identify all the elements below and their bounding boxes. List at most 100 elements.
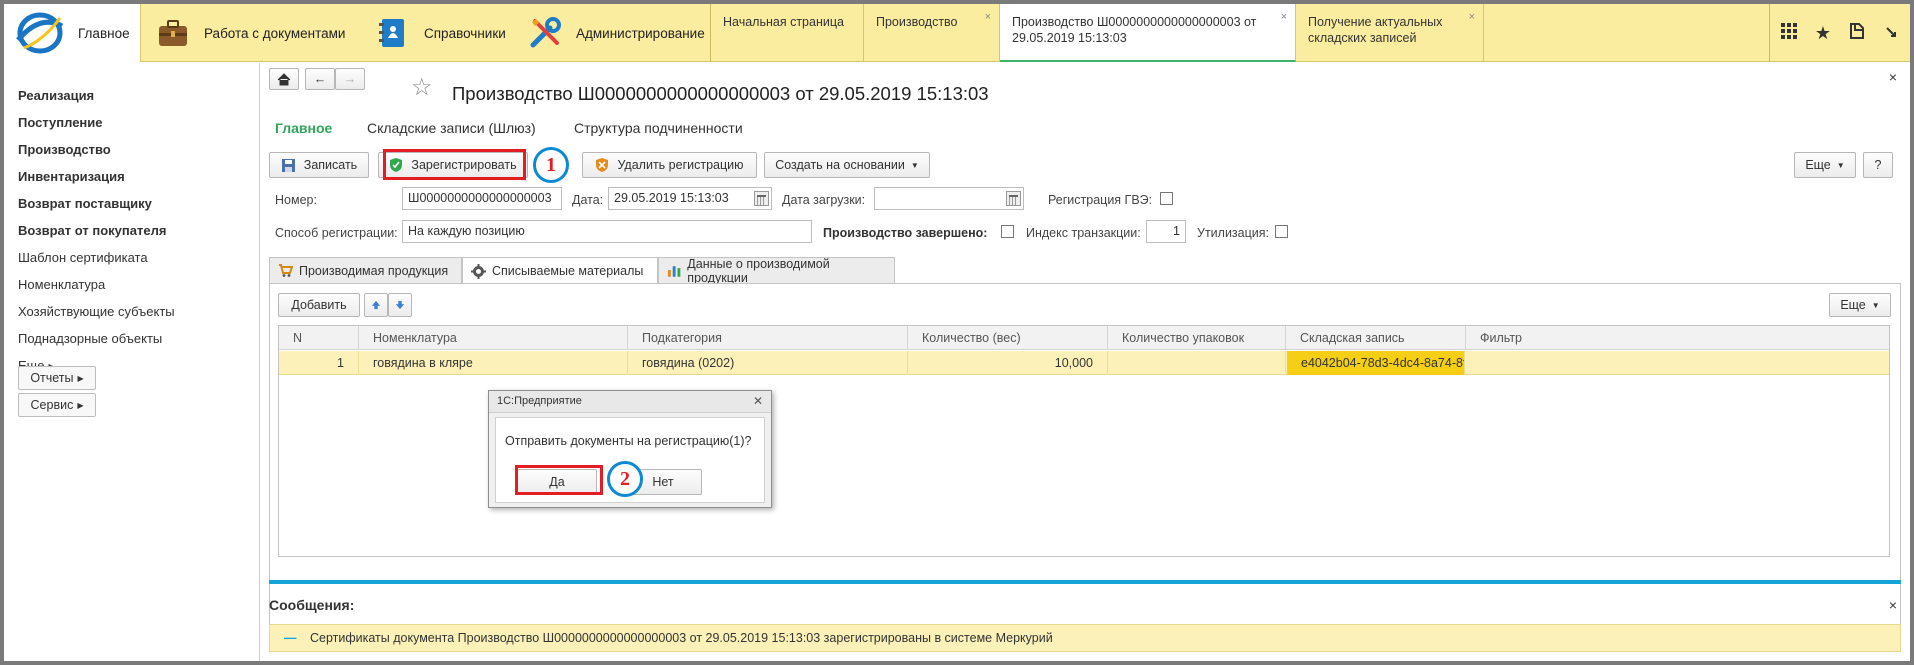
sidebar-item-supervised-objects[interactable]: Поднадзорные объекты xyxy=(18,331,162,346)
create-based-on-button[interactable]: Создать на основании ▼ xyxy=(764,152,930,178)
section-administration[interactable]: Администрирование xyxy=(528,4,705,62)
annotation-highlight-yes xyxy=(515,465,603,495)
section-references[interactable]: Справочники xyxy=(376,4,506,62)
column-header-n[interactable]: N xyxy=(279,326,359,350)
service-button[interactable]: Сервис ▶ xyxy=(18,393,96,417)
nav-stock-records[interactable]: Складские записи (Шлюз) xyxy=(367,120,536,136)
favorite-star-icon[interactable]: ☆ xyxy=(411,76,433,100)
column-header-filter[interactable]: Фильтр xyxy=(1466,326,1889,350)
sidebar-item-inventory[interactable]: Инвентаризация xyxy=(18,169,125,184)
date-field[interactable]: 29.05.2019 15:13:03 xyxy=(608,187,772,210)
transaction-field[interactable]: 1 xyxy=(1146,220,1186,243)
method-field[interactable]: На каждую позицию xyxy=(402,220,812,243)
column-header-qty-weight[interactable]: Количество (вес) xyxy=(908,326,1108,350)
messages-close-icon[interactable]: × xyxy=(1889,597,1897,613)
dialog-close-icon[interactable]: ✕ xyxy=(753,394,763,408)
triangle-right-icon: ▶ xyxy=(77,373,84,383)
save-button[interactable]: Записать xyxy=(269,152,369,178)
history-icon[interactable] xyxy=(1840,22,1874,45)
settings-chevron-icon[interactable] xyxy=(1874,23,1908,44)
cell-qty-weight[interactable]: 10,000 xyxy=(908,351,1108,375)
cell-filter[interactable] xyxy=(1466,351,1889,375)
close-tab-icon[interactable]: × xyxy=(985,9,991,25)
panel-more-button[interactable]: Еще ▼ xyxy=(1829,293,1891,317)
dropdown-arrow-icon: ▼ xyxy=(1871,300,1880,310)
sidebar-item-nomenclature[interactable]: Номенклатура xyxy=(18,277,105,292)
sidebar-item-certificate-template[interactable]: Шаблон сертификата xyxy=(18,250,148,265)
dropdown-arrow-icon: ▼ xyxy=(910,160,919,170)
calendar-icon[interactable] xyxy=(754,191,769,206)
number-label: Номер: xyxy=(275,193,317,207)
date-value: 29.05.2019 15:13:03 xyxy=(614,191,729,205)
load-date-field[interactable]: . . : : xyxy=(874,187,1024,210)
column-header-stock-record[interactable]: Складская запись xyxy=(1286,326,1466,350)
chart-data-icon xyxy=(667,265,681,277)
favorites-star-icon[interactable]: ★ xyxy=(1806,23,1840,44)
arrow-down-icon xyxy=(395,300,405,310)
sidebar-item-receipts[interactable]: Поступление xyxy=(18,115,103,130)
table-row[interactable]: 1 говядина в кляре говядина (0202) 10,00… xyxy=(279,351,1889,375)
message-item[interactable]: — Сертификаты документа Производство Ш00… xyxy=(269,624,1901,652)
1c-logo-icon xyxy=(16,12,64,54)
completed-checkbox[interactable] xyxy=(1001,225,1014,238)
dialog-titlebar: 1С:Предприятие ✕ xyxy=(489,391,771,413)
sidebar-item-return-to-supplier[interactable]: Возврат поставщику xyxy=(18,196,152,211)
page-title: Производство Ш0000000000000000003 от 29.… xyxy=(452,83,989,104)
reports-button[interactable]: Отчеты ▶ xyxy=(18,366,96,390)
forward-button[interactable]: → xyxy=(335,68,365,90)
section-documents-label: Работа с документами xyxy=(204,25,346,41)
move-up-button[interactable] xyxy=(364,293,388,317)
close-tab-icon[interactable]: × xyxy=(1469,9,1475,25)
cell-stock-record[interactable]: e4042b04-78d3-4dc4-8a74-8f7... xyxy=(1287,351,1465,375)
calendar-icon[interactable] xyxy=(1006,191,1021,206)
close-form-icon[interactable]: × xyxy=(1889,69,1897,85)
annotation-step-2: 2 xyxy=(607,461,643,497)
home-button[interactable] xyxy=(269,68,299,90)
move-down-button[interactable] xyxy=(388,293,412,317)
back-button[interactable]: ← xyxy=(305,68,335,90)
grid-menu-icon[interactable] xyxy=(1772,22,1806,44)
unregister-button[interactable]: Удалить регистрацию xyxy=(582,152,757,178)
gvz-checkbox[interactable] xyxy=(1160,192,1173,205)
column-header-qty-packages[interactable]: Количество упаковок xyxy=(1108,326,1286,350)
utilization-label: Утилизация: xyxy=(1197,226,1269,240)
add-button[interactable]: Добавить xyxy=(278,293,360,317)
annotation-step-1: 1 xyxy=(533,147,569,183)
cell-subcategory[interactable]: говядина (0202) xyxy=(628,351,908,375)
column-header-subcategory[interactable]: Подкатегория xyxy=(628,326,908,350)
tab-production-document[interactable]: Производство Ш0000000000000000003 от 29.… xyxy=(1000,4,1296,62)
more-label: Еще xyxy=(1805,158,1831,172)
tab-start-page[interactable]: Начальная страница xyxy=(711,4,864,62)
section-home[interactable]: Главное xyxy=(4,4,141,62)
more-button[interactable]: Еще ▼ xyxy=(1794,152,1856,178)
method-label: Способ регистрации: xyxy=(275,226,398,240)
tab-label-line1: Получение актуальных xyxy=(1308,15,1443,29)
section-documents[interactable]: Работа с документами xyxy=(156,4,345,62)
arrow-up-icon xyxy=(371,300,381,310)
tab-written-off-materials[interactable]: Списываемые материалы xyxy=(462,257,658,284)
close-tab-icon[interactable]: × xyxy=(1281,9,1287,25)
tab-produced-data[interactable]: Данные о производимой продукции xyxy=(658,257,895,285)
cell-n[interactable]: 1 xyxy=(279,351,359,375)
tab-stock-records[interactable]: Получение актуальных складских записей × xyxy=(1296,4,1484,62)
cart-icon xyxy=(279,264,293,277)
cell-qty-packages[interactable] xyxy=(1108,351,1286,375)
triangle-right-icon: ▶ xyxy=(77,400,84,410)
tab-production-list[interactable]: Производство × xyxy=(864,4,1000,62)
nav-main[interactable]: Главное xyxy=(275,120,332,136)
cell-nomenclature[interactable]: говядина в кляре xyxy=(359,351,628,375)
number-field[interactable]: Ш0000000000000000003 xyxy=(402,187,562,210)
sidebar-item-production[interactable]: Производство xyxy=(18,142,111,157)
gear-tool-icon xyxy=(471,263,486,279)
nav-subordination[interactable]: Структура подчиненности xyxy=(574,120,743,136)
utilization-checkbox[interactable] xyxy=(1275,225,1288,238)
sidebar-item-return-from-customer[interactable]: Возврат от покупателя xyxy=(18,223,166,238)
help-button[interactable]: ? xyxy=(1863,152,1893,178)
sidebar-item-sales[interactable]: Реализация xyxy=(18,88,94,103)
column-header-nomenclature[interactable]: Номенклатура xyxy=(359,326,628,350)
dropdown-arrow-icon: ▼ xyxy=(1836,160,1845,170)
sidebar-item-business-entities[interactable]: Хозяйствующие субъекты xyxy=(18,304,175,319)
tab-label-line1: Производство Ш0000000000000000003 от xyxy=(1012,15,1257,29)
annotation-highlight-register xyxy=(383,149,526,180)
tab-produced-goods[interactable]: Производимая продукция xyxy=(269,257,462,283)
